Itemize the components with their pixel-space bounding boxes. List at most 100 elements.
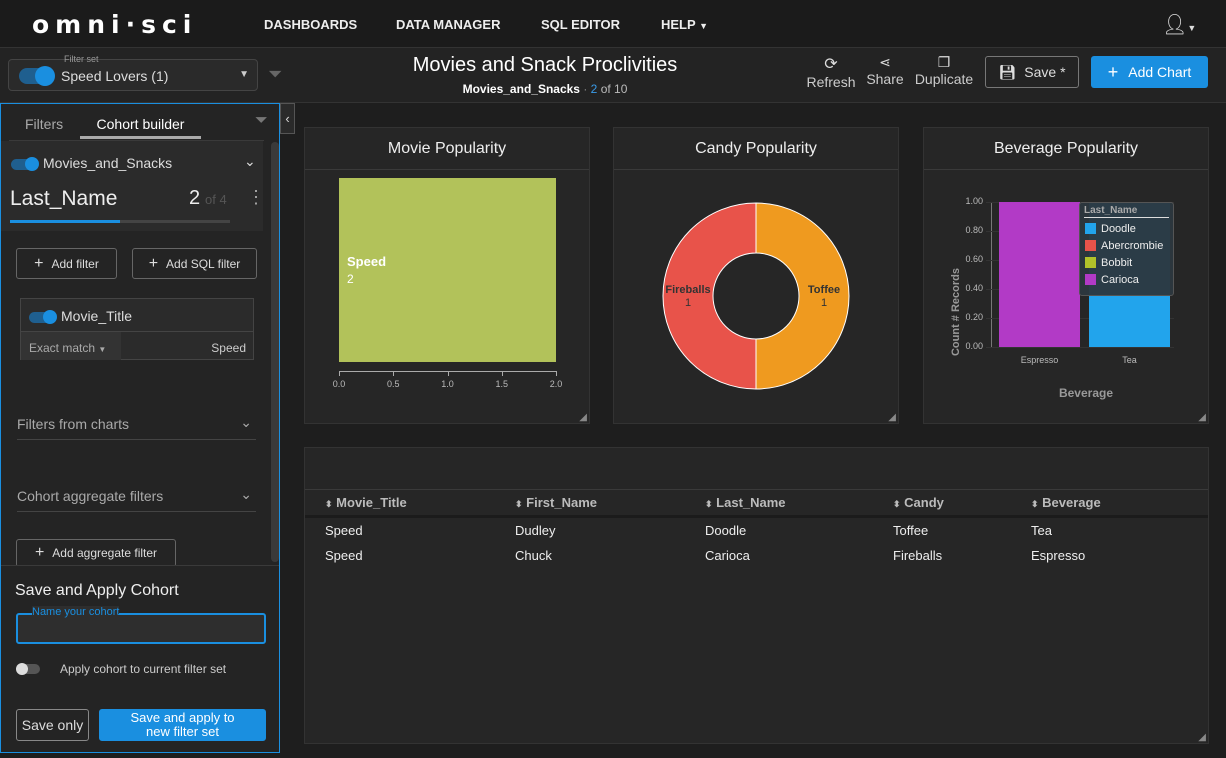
share-icon: ⋖ [879,54,891,70]
dashboard-title[interactable]: Movies and Snack Proclivities [340,54,750,77]
column-header[interactable]: ⬍ Beverage [1031,490,1208,517]
top-nav: omni·sci DASHBOARDS DATA MANAGER SQL EDI… [0,0,1226,48]
filter-set-select[interactable]: Filter set Speed Lovers (1) ▼ [8,54,258,91]
add-chart-button[interactable]: + Add Chart [1091,56,1208,88]
x-tick-label: 1.0 [441,379,454,389]
resize-handle-icon[interactable]: ◢ [1198,412,1206,423]
filters-from-charts-section[interactable]: Filters from charts ⌄ [17,414,256,440]
cohort-sidebar: Filters Cohort builder ⏷ Movies_and_Snac… [0,103,280,753]
legend-item[interactable]: Doodle [1085,222,1173,235]
x-tick-label: Espresso [1020,355,1059,365]
x-tick-label: 2.0 [549,379,563,389]
nav-data-manager[interactable]: DATA MANAGER [396,17,500,32]
table-cell: Tea [1031,522,1052,538]
save-only-button[interactable]: Save only [16,709,89,741]
cohort-name-input[interactable]: Name your cohort [16,606,266,644]
save-cohort-section: Save and Apply Cohort Name your cohort A… [1,565,279,752]
legend-label: Abercrombie [1101,239,1164,252]
add-chart-label: Add Chart [1128,64,1192,80]
y-axis [991,202,992,347]
add-filter-button[interactable]: + Add filter [16,248,117,279]
filter-star-icon[interactable]: ⏷ [255,112,268,130]
sort-icon: ⬍ [1031,499,1039,509]
duplicate-label: Duplicate [914,71,974,87]
add-aggregate-filter-button[interactable]: + Add aggregate filter [16,539,176,567]
pie-slice[interactable] [662,202,757,390]
total-count: of 4 [205,192,227,207]
add-sql-filter-label: Add SQL filter [166,256,241,271]
plus-icon: + [1107,61,1119,82]
y-axis-label: Count # Records [950,268,962,357]
sort-icon: ⬍ [705,499,713,509]
share-button[interactable]: ⋖ Share [863,54,907,87]
page-current[interactable]: 2 [591,82,598,96]
logo[interactable]: omni·sci [32,10,197,39]
column-header[interactable]: ⬍ Last_Name [705,490,893,517]
filter-set-toggle[interactable] [19,66,55,86]
share-label: Share [866,71,904,87]
save-and-apply-button[interactable]: Save and apply to new filter set [99,709,266,741]
legend-item[interactable]: Bobbit [1085,256,1173,269]
selected-count: 2 [189,187,201,209]
page-total: of 10 [600,82,628,96]
source-card: Movies_and_Snacks ⌄ Last_Name 2 of 4 ⋮ [1,141,265,231]
legend-item[interactable]: Carioca [1085,273,1173,286]
match-mode-select[interactable]: Exact match ▼ [21,331,121,360]
candy-popularity-chart[interactable]: Candy Popularity Fireballs 1 Toffee 1 ◢ [613,127,899,424]
legend-label: Bobbit [1101,256,1133,269]
legend-item[interactable]: Abercrombie [1085,239,1173,252]
tab-filters[interactable]: Filters [25,116,63,132]
resize-handle-icon[interactable]: ◢ [1198,732,1206,743]
save-button[interactable]: 💾︎ Save * [985,56,1079,88]
sidebar-scrollbar[interactable] [271,142,279,562]
clear-filter-icon[interactable]: ⏷ [268,64,282,85]
resize-handle-icon[interactable]: ◢ [579,412,587,423]
nav-help[interactable]: HELP ▼ [661,17,708,32]
chevron-down-icon: ⌄ [240,414,252,430]
cohort-name-placeholder: Name your cohort [32,606,120,618]
x-tick-label: 1.5 [495,379,508,389]
nav-sql-editor[interactable]: SQL EDITOR [541,17,620,32]
table-cell: Fireballs [893,548,943,563]
legend-label: Carioca [1101,273,1139,286]
pie-slice[interactable] [755,202,850,390]
nav-dashboards[interactable]: DASHBOARDS [264,17,357,32]
filter-card: Movie_Title Exact match ▼ Speed [20,298,254,360]
add-sql-filter-button[interactable]: + Add SQL filter [132,248,257,279]
bar[interactable] [999,202,1080,347]
user-icon[interactable]: 👤︎▼ [1162,12,1196,37]
column-header[interactable]: ⬍ First_Name [515,490,705,517]
table-row[interactable]: Speed Chuck Carioca Fireballs Espresso [305,543,1208,569]
tab-cohort-builder[interactable]: Cohort builder [80,104,201,139]
filter-set-value: Speed Lovers (1) [61,68,169,84]
column-header-label: Candy [904,495,944,510]
table-row[interactable]: Speed Dudley Doodle Toffee Tea [305,517,1208,543]
table-cell: Dudley [515,522,556,538]
refresh-label: Refresh [806,74,856,90]
x-tick [393,371,395,376]
filter-set-label: Filter set [64,54,99,64]
x-tick [556,371,557,376]
more-menu-icon[interactable]: ⋮ [247,187,265,208]
apply-cohort-toggle[interactable] [16,663,40,675]
column-header[interactable]: ⬍ Candy [893,490,1031,517]
bar[interactable]: Speed 2 [339,178,556,362]
cohort-aggregate-section[interactable]: Cohort aggregate filters ⌄ [17,486,256,512]
filter-toggle[interactable] [29,310,57,324]
resize-handle-icon[interactable]: ◢ [888,412,896,423]
collapse-sidebar-button[interactable]: ‹ [280,103,295,134]
save-cohort-title: Save and Apply Cohort [15,582,179,599]
chevron-down-icon[interactable]: ⌄ [244,153,256,170]
refresh-button[interactable]: ⟳ Refresh [806,54,856,90]
movie-popularity-chart[interactable]: Movie Popularity 0.0 0.5 1.0 1.5 2.0 Speed 2 ◢ [304,127,590,424]
column-header-label: Last_Name [716,495,786,510]
filter-value-input[interactable]: Speed [121,331,254,360]
column-header[interactable]: ⬍ Movie_Title [305,490,515,517]
duplicate-button[interactable]: ❐ Duplicate [912,54,976,87]
source-toggle[interactable] [11,157,39,171]
x-tick-label: Tea [1122,355,1137,365]
records-table-chart: ⬍ Movie_Title ⬍ First_Name ⬍ Last_Name ⬍ Ca… [304,447,1209,744]
beverage-popularity-chart[interactable]: Beverage Popularity 0.00 0.20 0.40 0.60 0.80… [923,127,1209,424]
bar-label: Speed [347,254,387,269]
filter-column: Movie_Title [61,308,133,324]
